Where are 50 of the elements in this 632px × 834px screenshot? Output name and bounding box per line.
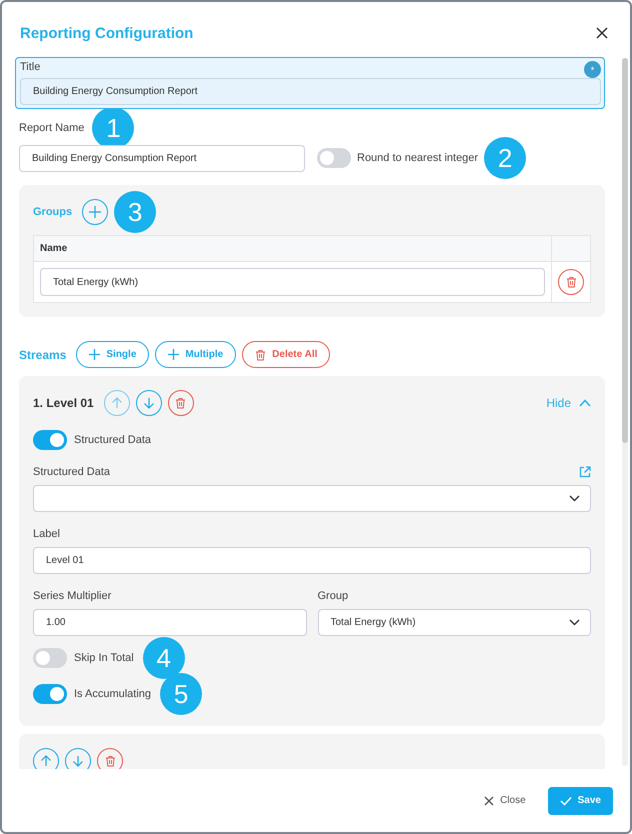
callout-badge: 3 xyxy=(114,191,156,233)
toggle-switch[interactable] xyxy=(317,148,351,168)
close-icon[interactable] xyxy=(596,27,608,39)
toggle-label: Is Accumulating xyxy=(74,688,152,700)
callout-badge: 5 xyxy=(160,673,202,715)
field-label: Structured Data xyxy=(33,466,110,478)
multiplier-input[interactable]: 1.00 xyxy=(33,609,306,636)
chevron-up-icon xyxy=(579,399,591,407)
section-title: Groups xyxy=(33,206,72,218)
column-header: Name xyxy=(39,243,68,254)
toggle-switch[interactable] xyxy=(33,648,67,668)
checkmark-icon xyxy=(560,796,572,806)
report-name-input[interactable]: Building Energy Consumption Report xyxy=(19,145,305,172)
label-input[interactable]: Level 01 xyxy=(33,547,591,574)
required-badge: * xyxy=(584,61,601,78)
title-input[interactable]: Building Energy Consumption Report xyxy=(20,78,601,105)
field-label: Label xyxy=(33,528,60,540)
arrow-up-icon[interactable] xyxy=(33,748,59,769)
plus-icon xyxy=(89,349,100,360)
external-link-icon[interactable] xyxy=(579,466,591,478)
plus-icon xyxy=(168,349,180,360)
field-label: Series Multiplier xyxy=(33,590,112,602)
arrow-down-icon[interactable] xyxy=(136,390,162,416)
chevron-down-icon xyxy=(569,495,580,502)
field-label: Group xyxy=(318,590,348,602)
add-icon[interactable] xyxy=(82,199,108,225)
section-title: Streams xyxy=(19,348,66,362)
toggle-label: Structured Data xyxy=(74,434,152,446)
close-icon xyxy=(484,796,494,806)
stream-heading: 1. Level 01 xyxy=(33,396,94,410)
dialog-title: Reporting Configuration xyxy=(20,24,194,42)
group-select[interactable]: Total Energy (kWh) xyxy=(318,609,591,636)
arrow-down-icon[interactable] xyxy=(65,748,91,769)
field-label: Title xyxy=(20,61,40,73)
close-button[interactable]: Close xyxy=(478,794,532,807)
trash-icon[interactable] xyxy=(168,390,194,416)
toggle-switch[interactable] xyxy=(33,430,67,450)
arrow-up-icon[interactable] xyxy=(104,390,130,416)
scrollbar[interactable] xyxy=(622,58,628,766)
toggle-label: Skip In Total xyxy=(74,652,134,664)
field-label: Report Name xyxy=(19,122,84,134)
callout-badge: 2 xyxy=(484,137,526,179)
group-name-input[interactable]: Total Energy (kWh) xyxy=(40,268,545,296)
callout-badge: 4 xyxy=(142,637,185,679)
trash-icon[interactable] xyxy=(558,269,584,295)
toggle-switch[interactable] xyxy=(33,684,67,704)
chevron-down-icon xyxy=(569,619,580,626)
trash-icon[interactable] xyxy=(97,748,123,769)
toggle-label: Round to nearest integer xyxy=(357,152,478,164)
trash-icon xyxy=(255,348,266,360)
